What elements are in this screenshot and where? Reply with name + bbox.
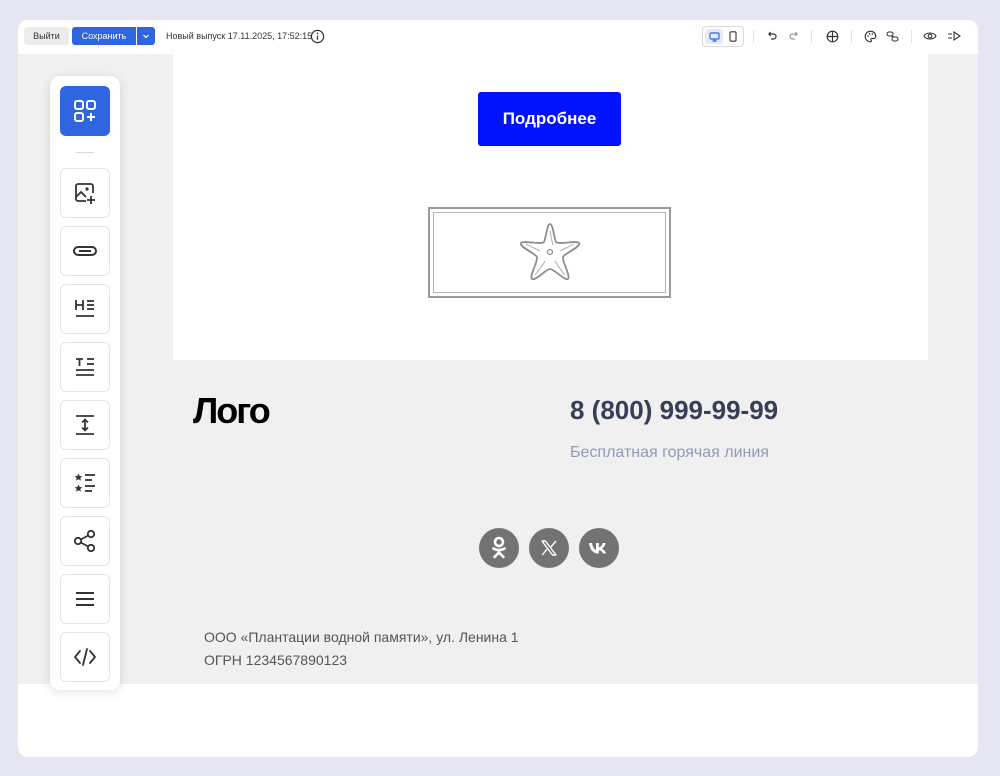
panel-item-image[interactable]: [60, 168, 110, 218]
chevron-down-icon: [143, 34, 149, 39]
redo-icon: [789, 31, 799, 40]
vk-icon: [589, 543, 607, 554]
code-icon: [74, 648, 96, 666]
styles-button[interactable]: [862, 28, 878, 44]
toolbar-divider: [753, 30, 754, 43]
panel-item-menu[interactable]: [60, 574, 110, 624]
x-icon: [541, 540, 557, 556]
add-block-icon: [74, 100, 96, 122]
info-icon[interactable]: [310, 29, 325, 44]
panel-item-heading[interactable]: [60, 284, 110, 334]
desktop-icon: [708, 31, 720, 42]
share-icon: [73, 529, 96, 553]
menu-icon: [76, 592, 94, 606]
device-switcher: [702, 26, 744, 47]
eye-icon: [923, 32, 937, 40]
company-ogrn[interactable]: ОГРН 1234567890123: [204, 652, 347, 668]
company-address[interactable]: ООО «Плантации водной памяти», ул. Ленин…: [204, 629, 519, 645]
logo[interactable]: Лого: [193, 390, 271, 432]
panel-divider: [76, 152, 94, 153]
panel-item-code[interactable]: [60, 632, 110, 682]
undo-icon: [767, 31, 777, 40]
add-block-button[interactable]: [60, 86, 110, 136]
toolbar-divider: [811, 30, 812, 43]
panel-item-text[interactable]: [60, 342, 110, 392]
email-content-block[interactable]: Подробнее: [173, 54, 928, 360]
send-test-button[interactable]: [946, 28, 962, 44]
spacer-icon: [76, 415, 94, 435]
blocks-panel: [50, 76, 120, 690]
email-canvas: Подробнее Лого 8 (800) 999-99-99 Бесплат…: [18, 54, 978, 684]
top-toolbar: Выйти Сохранить Новый выпуск 17.11.2025,…: [18, 20, 978, 54]
panel-item-list[interactable]: [60, 458, 110, 508]
save-dropdown-button[interactable]: [137, 27, 155, 45]
save-button[interactable]: Сохранить: [72, 27, 136, 45]
link-icon: [885, 30, 899, 42]
grid-icon: [826, 30, 838, 42]
panel-item-social[interactable]: [60, 516, 110, 566]
text-icon: [76, 358, 94, 376]
heading-icon: [75, 300, 94, 317]
social-vk-button[interactable]: [579, 528, 619, 568]
social-x-button[interactable]: [529, 528, 569, 568]
phone-number[interactable]: 8 (800) 999-99-99: [570, 395, 778, 426]
undo-button[interactable]: [764, 28, 780, 44]
send-icon: [948, 30, 961, 42]
ok-icon: [492, 536, 506, 559]
hotline-label[interactable]: Бесплатная горячая линия: [570, 444, 769, 462]
panel-item-spacer[interactable]: [60, 400, 110, 450]
button-icon: [73, 246, 97, 256]
mobile-view-button[interactable]: [724, 29, 742, 44]
editor-window: Выйти Сохранить Новый выпуск 17.11.2025,…: [18, 20, 978, 757]
toolbar-divider: [851, 30, 852, 43]
layout-grid-button[interactable]: [824, 28, 840, 44]
release-status: Новый выпуск 17.11.2025, 17:52:15: [166, 31, 313, 41]
image-icon: [75, 183, 95, 204]
toolbar-divider: [911, 30, 912, 43]
link-settings-button[interactable]: [884, 28, 900, 44]
social-ok-button[interactable]: [479, 528, 519, 568]
desktop-view-button[interactable]: [705, 29, 723, 44]
redo-button[interactable]: [786, 28, 802, 44]
image-placeholder[interactable]: [428, 207, 671, 298]
panel-item-button[interactable]: [60, 226, 110, 276]
more-button[interactable]: Подробнее: [478, 92, 621, 146]
preview-button[interactable]: [922, 28, 938, 44]
image-placeholder-frame: [433, 212, 666, 293]
palette-icon: [864, 30, 876, 42]
starfish-icon: [519, 222, 580, 280]
mobile-icon: [729, 31, 737, 42]
list-icon: [74, 473, 95, 492]
exit-button[interactable]: Выйти: [24, 27, 69, 45]
